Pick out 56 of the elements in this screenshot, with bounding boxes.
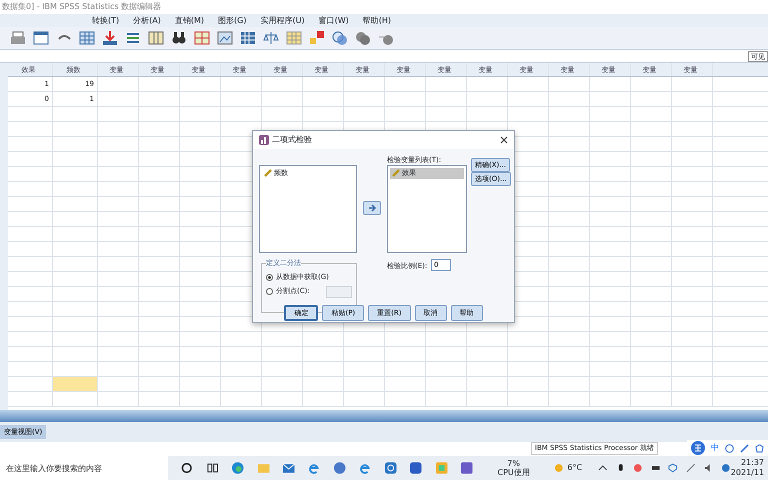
app-icon[interactable] [633, 463, 643, 473]
arrow-icon [367, 204, 377, 212]
table-icon[interactable] [286, 30, 302, 46]
app-icon[interactable] [460, 461, 474, 475]
move-arrow-button[interactable] [363, 201, 381, 215]
menu-item[interactable]: 窗口(W) [318, 14, 349, 26]
menu-item[interactable]: 转换(T) [92, 14, 120, 26]
weather-temperature[interactable]: 6°C [567, 462, 582, 474]
pen-icon[interactable] [740, 444, 749, 452]
app-icon[interactable] [384, 461, 398, 475]
ime-logo-icon[interactable] [691, 441, 705, 455]
menu-item[interactable]: 图形(G) [218, 14, 246, 26]
dialog-icon[interactable] [33, 30, 49, 46]
dialog-title: 二项式检验 [272, 134, 313, 146]
radio-button[interactable] [266, 274, 273, 281]
browser-icon[interactable] [231, 461, 245, 475]
arrow-down-icon[interactable] [102, 30, 118, 46]
ruler-icon [264, 169, 272, 178]
scale-icon[interactable] [263, 30, 279, 46]
clock-time[interactable]: 21:37 [730, 458, 764, 468]
app-icon[interactable] [721, 463, 731, 473]
task-view-icon[interactable] [206, 461, 220, 475]
ruler-icon [392, 169, 400, 178]
horizontal-scrollbar[interactable] [0, 410, 768, 422]
cpu-percent: 7% [506, 459, 521, 468]
clock-date[interactable]: 2021/11 [730, 468, 764, 478]
table-icon[interactable] [79, 30, 95, 46]
circles-icon[interactable] [332, 30, 348, 46]
caret-up-icon[interactable] [598, 463, 608, 473]
shield-icon[interactable] [668, 463, 678, 473]
bars-icon[interactable] [125, 30, 141, 46]
circle-icon[interactable] [180, 461, 194, 475]
close-icon[interactable] [500, 136, 508, 144]
cpu-label: CPU使用 [498, 468, 530, 477]
ime-mode[interactable]: 中 [711, 442, 719, 454]
menu-item[interactable]: 帮助(H) [362, 14, 391, 26]
binoculars-icon[interactable] [171, 30, 187, 46]
mail-icon[interactable] [282, 461, 296, 475]
columns-icon[interactable] [148, 30, 164, 46]
image-icon[interactable] [217, 30, 233, 46]
circles-icon[interactable] [355, 30, 371, 46]
app-icon [259, 135, 269, 145]
window-title: 数据集0] - IBM SPSS Statistics 数据编辑器 [1, 1, 162, 13]
radio-button[interactable] [266, 288, 273, 295]
folder-icon[interactable] [256, 461, 270, 475]
menu-item[interactable]: 实用程序(U) [260, 14, 305, 26]
printer-icon[interactable] [10, 30, 26, 46]
app-icon[interactable] [409, 461, 423, 475]
menu-item[interactable]: 直销(M) [174, 14, 204, 26]
value-labels-icon[interactable] [309, 30, 325, 46]
menu-item[interactable]: 分析(A) [133, 14, 161, 26]
search-field[interactable]: 在这里输入你要搜索的内容 [0, 456, 168, 480]
grid-icon[interactable] [194, 30, 210, 46]
moon-icon[interactable] [554, 463, 564, 473]
table-cell[interactable] [53, 377, 98, 391]
globe-icon[interactable] [332, 461, 346, 475]
